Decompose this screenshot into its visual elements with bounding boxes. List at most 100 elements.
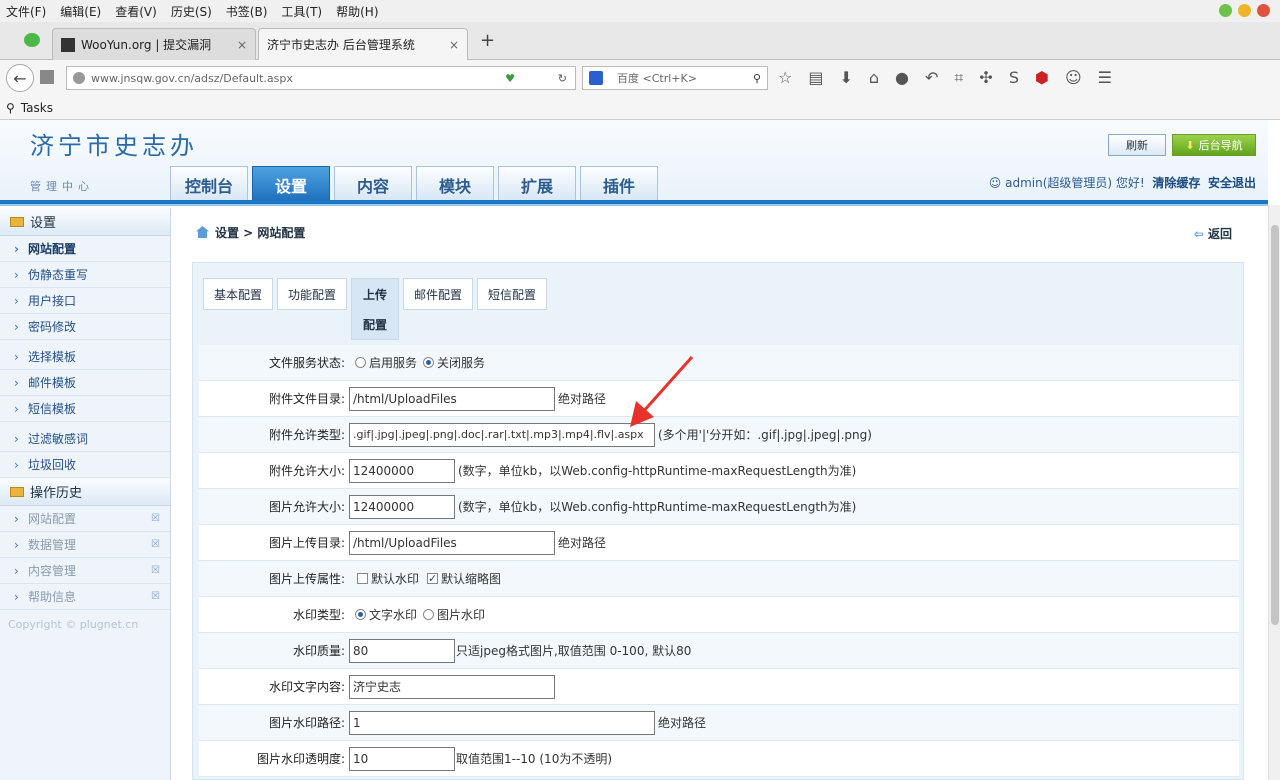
sidebar-group-history[interactable]: 操作历史 — [0, 478, 170, 506]
history-item-label: 网站配置 — [28, 512, 77, 526]
img-size-input[interactable]: 12400000 — [349, 494, 455, 519]
remove-icon[interactable]: ☒ — [151, 565, 160, 576]
smiley-icon[interactable]: ☺ — [1065, 68, 1082, 88]
scrollbar-thumb[interactable] — [1271, 225, 1279, 625]
wechat-icon[interactable] — [24, 33, 40, 47]
abp-icon[interactable]: ⬢ — [1035, 68, 1049, 88]
back-link[interactable]: ⇦ 返回 — [1194, 225, 1232, 242]
history-item-label: 内容管理 — [28, 564, 77, 578]
site-subtitle: 管理中心 — [30, 180, 94, 193]
tab-sms-config[interactable]: 短信配置 — [477, 278, 548, 310]
tab-title: WooYun.org | 提交漏洞 — [81, 38, 212, 52]
sidebar-item-mail-templates[interactable]: 邮件模板 — [0, 370, 170, 396]
page-scrollbar[interactable] — [1268, 205, 1280, 780]
menu-edit[interactable]: 编辑(E) — [60, 3, 101, 20]
tab-plugins[interactable]: 插件 — [580, 166, 658, 202]
wm-opacity-input[interactable]: 10 — [349, 746, 455, 771]
tab-console[interactable]: 控制台 — [170, 166, 248, 202]
form-row: 图片水印路径: 1 绝对路径 — [199, 705, 1239, 741]
menu-bookmarks[interactable]: 书签(B) — [226, 3, 268, 20]
menu-tools[interactable]: 工具(T) — [281, 3, 322, 20]
text-watermark-radio[interactable] — [355, 609, 366, 620]
attach-dir-input[interactable]: /html/UploadFiles — [349, 386, 555, 411]
search-input[interactable]: 百度 <Ctrl+K> ⚲ — [582, 66, 768, 90]
remove-icon[interactable]: ☒ — [151, 591, 160, 602]
maximize-icon[interactable] — [1238, 4, 1251, 17]
history-item[interactable]: 帮助信息 ☒ — [0, 584, 170, 610]
history-item[interactable]: 网站配置 ☒ — [0, 506, 170, 532]
wm-text-input[interactable]: 济宁史志 — [349, 674, 555, 699]
back-icon[interactable]: ← — [6, 64, 34, 92]
sidebar-item-password[interactable]: 密码修改 — [0, 314, 170, 340]
remove-icon[interactable]: ☒ — [151, 513, 160, 524]
radio-label: 启用服务 — [369, 356, 418, 370]
service-on-radio[interactable] — [355, 357, 366, 368]
tab-title: 济宁市史志办 后台管理系统 — [267, 38, 415, 52]
chat-icon[interactable]: ● — [895, 68, 909, 88]
folder-icon — [10, 486, 24, 497]
tools-icon[interactable]: ✣ — [979, 68, 992, 88]
home-icon[interactable]: ⌂ — [869, 68, 879, 88]
sidebar-group-settings[interactable]: 设置 — [0, 208, 170, 236]
tab-content[interactable]: 内容 — [334, 166, 412, 202]
s-icon[interactable]: S — [1009, 68, 1019, 88]
history-item[interactable]: 内容管理 ☒ — [0, 558, 170, 584]
service-off-radio[interactable] — [423, 357, 435, 368]
logout-link[interactable]: 安全退出 — [1208, 176, 1256, 190]
sidebar-item-templates[interactable]: 选择模板 — [0, 344, 170, 370]
tab-mail-config[interactable]: 邮件配置 — [403, 278, 474, 310]
image-watermark-radio[interactable] — [423, 609, 435, 620]
crop-icon[interactable]: ⌗ — [954, 68, 963, 88]
bookmark-star-icon[interactable]: ☆ — [778, 68, 792, 88]
wm-quality-input[interactable]: 80 — [349, 638, 455, 663]
sidebar-item-site-config[interactable]: 网站配置 — [0, 236, 170, 262]
close-tab-icon[interactable]: × — [449, 38, 459, 52]
history-icon[interactable] — [40, 70, 54, 84]
checkbox-label: 默认水印 — [371, 572, 420, 586]
default-watermark-checkbox[interactable] — [357, 573, 368, 584]
sidebar-item-user-api[interactable]: 用户接口 — [0, 288, 170, 314]
menu-history[interactable]: 历史(S) — [171, 3, 212, 20]
tab-function-config[interactable]: 功能配置 — [277, 278, 348, 310]
reload-icon[interactable]: ↻ — [558, 72, 567, 85]
tab-modules[interactable]: 模块 — [416, 166, 494, 202]
tasks-icon: ⚲ — [6, 100, 15, 115]
tab-upload-config[interactable]: 上传 配置 — [351, 278, 400, 340]
sidebar-item-filter-words[interactable]: 过滤敏感词 — [0, 426, 170, 452]
reading-list-icon[interactable]: ▤ — [808, 68, 823, 88]
refresh-button[interactable]: 刷新 — [1108, 134, 1166, 156]
bookmark-tasks[interactable]: Tasks — [21, 101, 53, 115]
tab-settings[interactable]: 设置 — [252, 166, 330, 202]
url-input[interactable]: www.jnsqw.gov.cn/adsz/Default.aspx ♥ ↻ — [66, 66, 576, 90]
search-icon[interactable]: ⚲ — [753, 72, 761, 85]
admin-nav-button[interactable]: ⬇ 后台导航 — [1172, 134, 1256, 156]
remove-icon[interactable]: ☒ — [151, 539, 160, 550]
close-tab-icon[interactable]: × — [237, 38, 247, 52]
clear-cache-link[interactable]: 清除缓存 — [1152, 176, 1200, 190]
menu-help[interactable]: 帮助(H) — [336, 3, 378, 20]
tab-basic-config[interactable]: 基本配置 — [203, 278, 274, 310]
download-icon[interactable]: ⬇ — [839, 68, 852, 88]
field-label: 附件文件目录: — [268, 392, 345, 406]
img-dir-input[interactable]: /html/UploadFiles — [349, 530, 555, 555]
undo-icon[interactable]: ↶ — [925, 68, 938, 88]
tab-extensions[interactable]: 扩展 — [498, 166, 576, 202]
tab-wooyun[interactable]: WooYun.org | 提交漏洞 × — [52, 28, 256, 60]
tab-jnsqw[interactable]: 济宁市史志办 后台管理系统 × — [258, 28, 468, 60]
close-window-icon[interactable] — [1257, 4, 1270, 17]
admin-nav-label: 后台导航 — [1198, 139, 1243, 152]
attach-size-input[interactable]: 12400000 — [349, 458, 455, 483]
history-item[interactable]: 数据管理 ☒ — [0, 532, 170, 558]
menu-view[interactable]: 查看(V) — [115, 3, 157, 20]
sidebar-item-rewrite[interactable]: 伪静态重写 — [0, 262, 170, 288]
sidebar-item-sms-templates[interactable]: 短信模板 — [0, 396, 170, 422]
attach-types-input[interactable]: .gif|.jpg|.jpeg|.png|.doc|.rar|.txt|.mp3… — [349, 422, 655, 447]
minimize-icon[interactable] — [1219, 4, 1232, 17]
field-label: 文件服务状态: — [268, 356, 345, 370]
menu-file[interactable]: 文件(F) — [6, 3, 46, 20]
sidebar-item-recycle[interactable]: 垃圾回收 — [0, 452, 170, 478]
default-thumbnail-checkbox[interactable]: ✓ — [427, 573, 439, 584]
new-tab-icon[interactable]: + — [480, 30, 495, 51]
hamburger-menu-icon[interactable]: ☰ — [1098, 68, 1112, 88]
wm-path-input[interactable]: 1 — [349, 710, 655, 735]
